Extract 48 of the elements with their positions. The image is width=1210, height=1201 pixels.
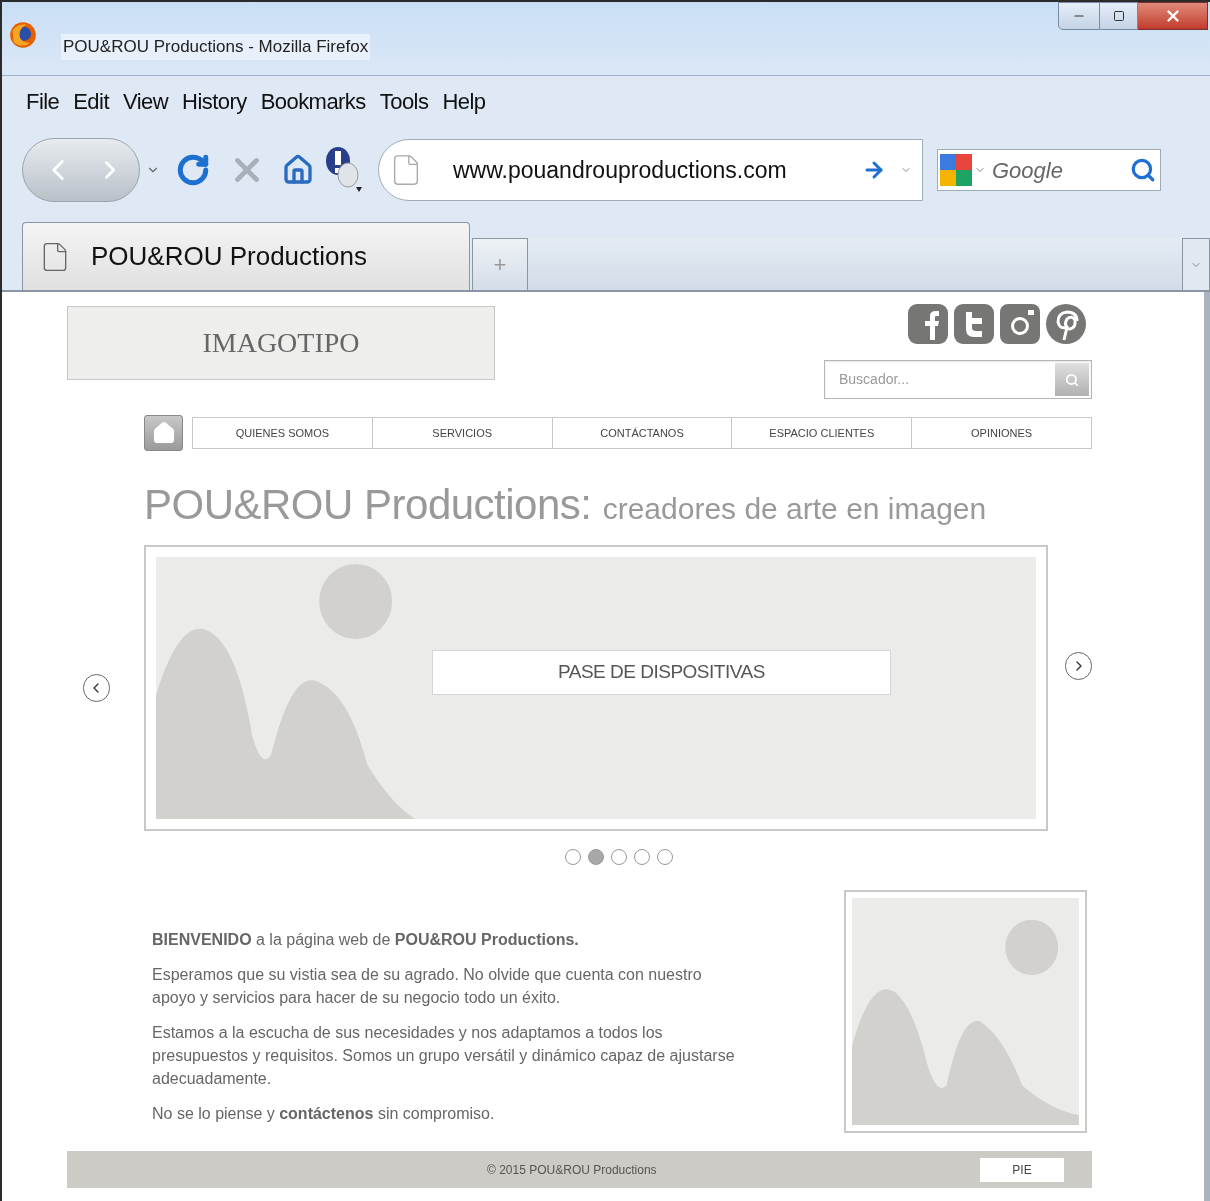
menu-item[interactable]: Edit xyxy=(73,84,109,118)
browser-tab[interactable]: POU&ROU Productions xyxy=(22,222,470,290)
url-text: www.pouandrouproductions.com xyxy=(453,155,787,185)
next-slide-button[interactable] xyxy=(1065,652,1092,680)
search-icon xyxy=(1065,372,1079,387)
window-title: POU&ROU Productions - Mozilla Firefox xyxy=(61,34,371,60)
search-icon[interactable] xyxy=(1130,157,1156,183)
tab-list-button[interactable] xyxy=(1182,238,1210,290)
menu-item[interactable]: View xyxy=(122,84,169,118)
search-engine-icon xyxy=(940,152,972,188)
welcome-paragraph: No se lo piense y contáctenos sin compromiso. xyxy=(152,1104,496,1124)
welcome-paragraph: Estamos a la escucha de sus necesidades y nos adaptamos a todos los presupuestos y requisitos. Somos un grupo versátil y dinámico capaz de ajustarse adecuadamente. xyxy=(152,1023,736,1089)
nav-link[interactable]: SERVICIOS xyxy=(371,418,552,448)
nav-link[interactable]: ESPACIO CLIENTES xyxy=(731,418,912,448)
home-icon[interactable] xyxy=(282,154,314,186)
menu-item[interactable]: History xyxy=(182,84,247,118)
home-button[interactable] xyxy=(144,415,183,451)
twitter-icon[interactable] xyxy=(954,304,994,344)
camera-icon[interactable] xyxy=(1000,304,1040,344)
menu-item[interactable]: File xyxy=(26,84,60,118)
site-search-bar[interactable]: Buscador... xyxy=(824,360,1092,399)
menu-item[interactable]: Bookmarks xyxy=(260,84,366,118)
maximize-icon xyxy=(1112,10,1125,22)
close-button[interactable] xyxy=(1138,2,1208,30)
search-button[interactable] xyxy=(1055,363,1089,396)
search-bar[interactable]: Google xyxy=(937,149,1161,191)
maximize-button[interactable] xyxy=(1100,2,1138,30)
slideshow-caption: PASE DE DISPOSITIVAS xyxy=(431,650,891,695)
page-heading: POU&ROU Productions: creadores de arte en imagen xyxy=(144,481,988,530)
search-field[interactable]: Google xyxy=(992,153,1112,187)
menu-item[interactable]: Help xyxy=(442,84,486,118)
facebook-icon[interactable] xyxy=(908,304,948,344)
pinterest-icon[interactable] xyxy=(1046,304,1086,344)
nav-link[interactable]: OPINIONES xyxy=(911,418,1091,448)
browser-logo-icon xyxy=(9,20,37,50)
reload-icon[interactable] xyxy=(176,153,210,187)
search-field[interactable]: Buscador... xyxy=(825,369,1055,390)
menu-item[interactable]: Tools xyxy=(379,84,429,118)
previous-slide-button[interactable] xyxy=(83,674,110,702)
nav-link[interactable]: CONTÁCTANOS xyxy=(551,418,732,448)
footer-label: PIE xyxy=(980,1157,1064,1182)
address-bar[interactable]: www.pouandrouproductions.com xyxy=(378,139,923,201)
copyright-text: © 2015 POU&ROU Productions xyxy=(487,1161,657,1179)
welcome-paragraph: BIENVENIDO a la página web de POU&ROU Productions. xyxy=(152,930,580,950)
logo-banner: IMAGOTIPO xyxy=(67,306,495,380)
nav-link[interactable]: QUIENES SOMOS xyxy=(193,418,372,448)
welcome-paragraph: Esperamos que su vistia sea de su agrado. No olvide que cuenta con nuestro apoyo y servicios para hacer de su negocio todo un éxito. xyxy=(152,965,703,1008)
home-icon xyxy=(151,421,176,445)
